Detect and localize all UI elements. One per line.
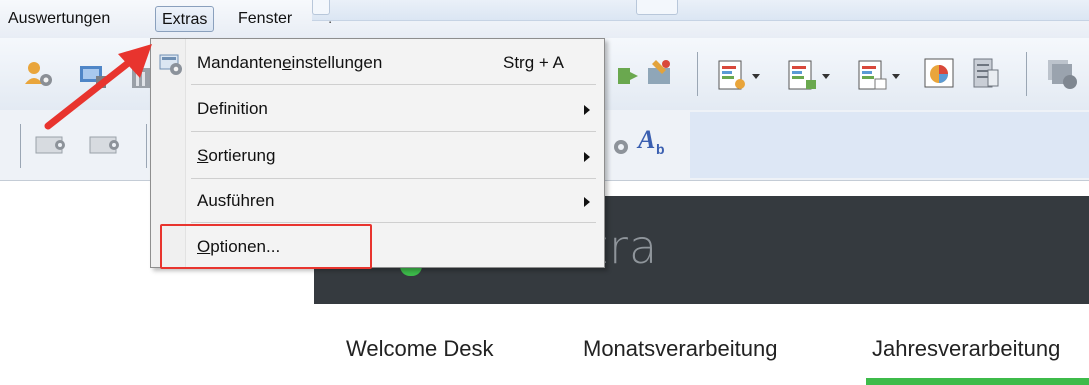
submenu-arrow-icon — [584, 152, 590, 162]
menu-item-label: Definition — [197, 99, 268, 118]
highlight-annotation-box — [160, 224, 372, 269]
dropdown-arrow-icon[interactable] — [752, 74, 760, 79]
font-style-icon[interactable]: Ab — [636, 124, 670, 158]
delete-layers-icon[interactable] — [1044, 56, 1078, 90]
settings-gear-icon — [159, 52, 183, 76]
toolbar-separator — [1026, 52, 1027, 96]
tab-jahresverarbeitung[interactable]: Jahresverarbeitung — [872, 336, 1060, 362]
window-frame-control — [312, 0, 330, 15]
report-chart-icon[interactable] — [786, 58, 820, 92]
tab-monatsverarbeitung[interactable]: Monatsverarbeitung — [583, 336, 777, 362]
tools-icon[interactable] — [642, 56, 676, 90]
report-calendar-icon[interactable] — [856, 58, 890, 92]
submenu-arrow-icon — [584, 105, 590, 115]
dropdown-arrow-icon[interactable] — [822, 74, 830, 79]
shortcut-label: Strg + A — [503, 53, 564, 72]
server-stack-icon[interactable] — [968, 56, 1002, 90]
window-titlebar — [312, 0, 1089, 21]
report-person-icon[interactable] — [716, 58, 750, 92]
menu-separator — [191, 131, 596, 132]
menu-item-definition[interactable]: Definition — [151, 89, 604, 131]
menu-separator — [191, 222, 596, 223]
active-tab-indicator — [866, 378, 1089, 385]
menu-item-label: Ausführen — [197, 191, 275, 210]
menu-auswertungen[interactable]: Auswertungen — [2, 6, 116, 32]
pie-report-icon[interactable] — [922, 56, 956, 90]
menu-item-sortierung[interactable]: Sortierung — [151, 136, 604, 178]
window-frame-control — [636, 0, 678, 15]
menu-item-ausfuehren[interactable]: Ausführen — [151, 181, 604, 223]
svg-text:A: A — [636, 125, 655, 154]
menu-item-mandanteneinstellungen[interactable]: Mandanteneinstellungen Strg + A — [151, 43, 604, 85]
submenu-arrow-icon — [584, 197, 590, 207]
dropdown-arrow-icon[interactable] — [892, 74, 900, 79]
annotation-arrow-icon — [44, 44, 152, 130]
export-icon[interactable] — [612, 58, 638, 92]
menu-item-label: Mandanteneinstellungen — [197, 53, 383, 72]
toolbar-blank-area — [690, 112, 1089, 178]
menu-item-label: Sortierung — [197, 146, 276, 165]
svg-text:b: b — [656, 141, 665, 157]
gear-icon[interactable] — [604, 130, 628, 164]
menu-fenster[interactable]: Fenster — [232, 6, 298, 32]
menu-separator — [191, 178, 596, 179]
menu-extras[interactable]: Extras — [155, 6, 215, 32]
toolbar-separator — [697, 52, 698, 96]
tab-welcome-desk[interactable]: Welcome Desk — [346, 336, 494, 362]
toolbar-separator — [20, 124, 21, 168]
menu-separator — [191, 84, 596, 85]
